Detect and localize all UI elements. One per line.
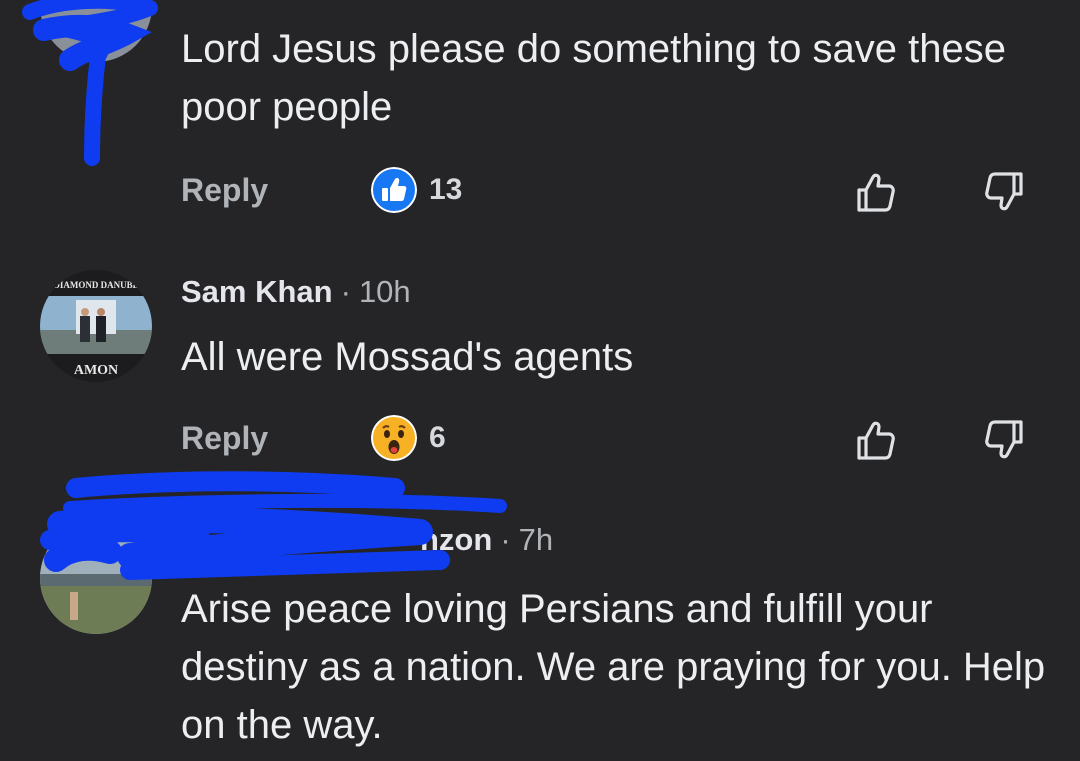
avatar-photo [40,522,152,634]
avatar-photo: DIAMOND DANUBE AMON [40,270,152,382]
thumbs-down-icon[interactable] [981,416,1029,464]
thumbs-down-icon[interactable] [981,168,1029,216]
author-name[interactable]: Sam Khan [181,274,333,309]
avatar-brand-top: DIAMOND DANUBE [53,280,138,290]
author-name-visible[interactable]: nzon [420,522,492,557]
comment-thread: Lord Jesus please do something to save t… [0,0,1080,761]
reply-button[interactable]: Reply [181,172,268,209]
avatar[interactable] [40,0,152,62]
reply-button[interactable]: Reply [181,420,268,457]
comment-1: Lord Jesus please do something to save t… [0,0,1080,240]
comment-text: Arise peace loving Persians and fulfill … [181,587,1046,747]
avatar[interactable]: DIAMOND DANUBE AMON [40,270,152,382]
reaction-count: 13 [429,173,463,206]
timestamp[interactable]: 7h [519,522,553,557]
avatar[interactable] [40,522,152,634]
comment-3: nzon · 7h Arise peace loving Persians and … [0,500,1080,761]
separator-dot: · [500,522,511,557]
reaction-count: 6 [429,421,446,454]
comment-text: Lord Jesus please do something to save t… [181,27,1006,129]
comment-text: All were Mossad's agents [181,335,634,379]
comment-2: DIAMOND DANUBE AMON Sam Khan · 10h All wer… [0,262,1080,492]
timestamp[interactable]: 10h [359,274,411,309]
comment-header: nzon · 7h [180,522,553,558]
avatar-brand-bottom: AMON [74,363,118,378]
separator-dot: · [340,274,351,309]
comment-actions: Reply 6 [181,414,1041,464]
like-reaction-icon [371,167,417,213]
wow-reaction-icon [371,415,417,461]
comment-header: Sam Khan · 10h [181,274,411,310]
reaction-summary[interactable]: 13 [371,166,462,214]
comment-actions: Reply 13 [181,166,1041,216]
reaction-summary[interactable]: 6 [371,414,446,462]
thumbs-up-icon[interactable] [851,416,899,464]
thumbs-up-icon[interactable] [851,168,899,216]
